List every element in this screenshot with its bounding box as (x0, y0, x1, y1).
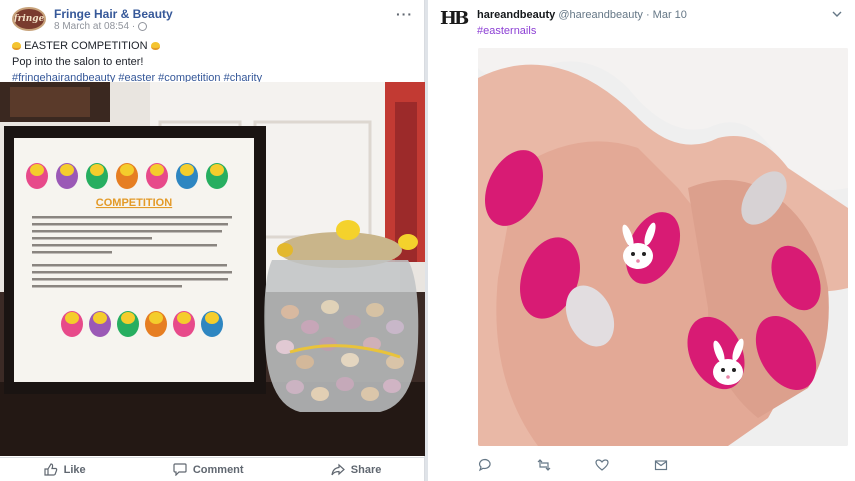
post-line-1: EASTER COMPETITION (12, 38, 417, 54)
post-photo[interactable]: COMPETITION (0, 82, 425, 456)
comment-icon (173, 463, 187, 476)
globe-icon (138, 22, 148, 31)
message-icon[interactable] (654, 458, 668, 472)
retweet-icon[interactable] (537, 458, 551, 472)
post-actions: Like Comment Share (0, 457, 425, 481)
thumbs-up-icon (44, 463, 57, 476)
post-timestamp[interactable]: 8 March at 08:54 · (54, 21, 135, 32)
account-name[interactable]: hareandbeauty (477, 9, 555, 21)
poster-heading: COMPETITION (96, 197, 172, 209)
easter-egg-emoji-icon (12, 42, 21, 50)
more-options-icon[interactable]: ··· (396, 6, 413, 22)
share-button[interactable]: Share (331, 463, 382, 476)
account-handle[interactable]: @hareandbeauty (558, 9, 643, 21)
tweet-date[interactable]: · Mar 10 (646, 9, 687, 21)
like-label: Like (63, 463, 86, 476)
share-icon (331, 463, 345, 476)
like-button[interactable]: Like (44, 463, 86, 476)
account-logo[interactable]: HB (440, 8, 469, 30)
page-avatar[interactable]: fringe (12, 7, 46, 31)
facebook-post: fringe Fringe Hair & Beauty 8 March at 0… (0, 0, 425, 481)
post-header: fringe Fringe Hair & Beauty 8 March at 0… (0, 0, 425, 36)
easter-nails-photo (478, 48, 848, 446)
twitter-post: HB hareandbeauty @hareandbeauty · Mar 10… (428, 0, 855, 481)
chevron-down-icon[interactable] (831, 9, 843, 19)
post-line-2: Pop into the salon to enter! (12, 56, 144, 68)
post-title: EASTER COMPETITION (24, 40, 148, 52)
tweet-photo[interactable] (478, 48, 848, 446)
comment-button[interactable]: Comment (173, 463, 244, 476)
easter-egg-emoji-icon (150, 42, 160, 50)
tweet-actions (478, 457, 668, 473)
page-name-link[interactable]: Fringe Hair & Beauty (54, 7, 173, 21)
post-meta: 8 March at 08:54 · (54, 21, 148, 32)
competition-photo: COMPETITION (0, 82, 425, 456)
post-text: EASTER COMPETITION Pop into the salon to… (12, 38, 417, 86)
comment-label: Comment (192, 463, 244, 476)
heart-icon[interactable] (595, 458, 609, 472)
tweet-header: hareandbeauty @hareandbeauty · Mar 10 (477, 9, 687, 21)
share-label: Share (350, 463, 382, 476)
tweet-hashtag[interactable]: #easternails (477, 25, 536, 37)
avatar-logo-text: fringe (13, 14, 45, 24)
reply-icon[interactable] (478, 458, 492, 472)
